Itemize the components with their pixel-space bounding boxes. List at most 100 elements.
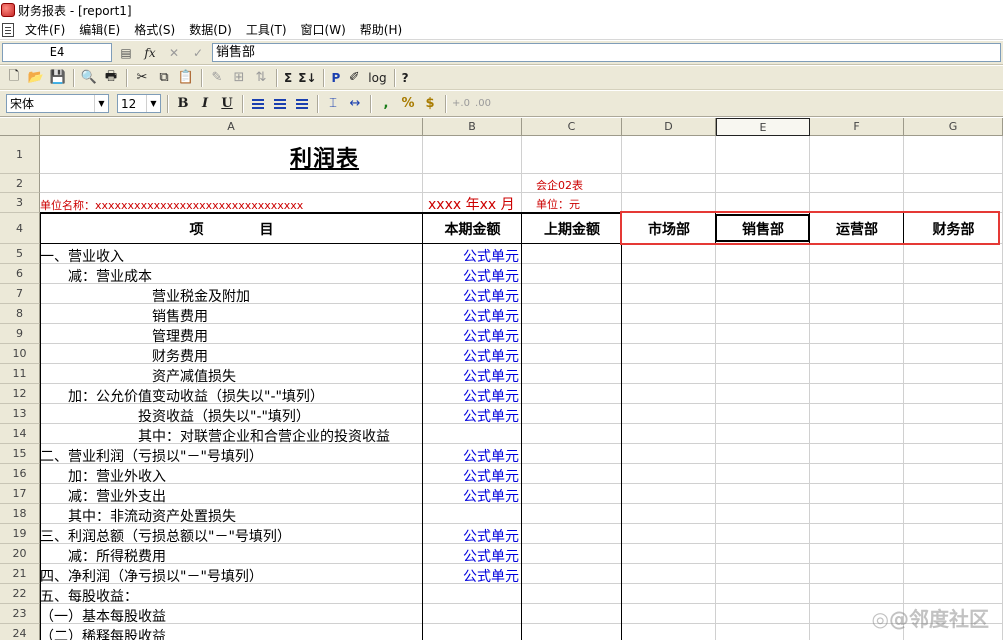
font-select[interactable]: 宋体 ▼ <box>6 94 109 113</box>
formula-cell[interactable]: 公式单元 <box>423 326 519 346</box>
chevron-down-icon[interactable]: ▼ <box>94 95 108 112</box>
log-icon[interactable]: log <box>365 68 389 88</box>
print-preview-icon[interactable]: 🔍 <box>78 68 100 88</box>
row-header-7[interactable]: 7 <box>0 284 40 304</box>
column-header-d[interactable]: D <box>622 118 716 136</box>
menu-help[interactable]: 帮助(H) <box>353 21 409 39</box>
row-header-9[interactable]: 9 <box>0 324 40 344</box>
row-header-11[interactable]: 11 <box>0 364 40 384</box>
formula-cell[interactable]: 公式单元 <box>423 386 519 406</box>
formula-cell[interactable]: 公式单元 <box>423 526 519 546</box>
row-header-15[interactable]: 15 <box>0 444 40 464</box>
row-header-16[interactable]: 16 <box>0 464 40 484</box>
formula-cell[interactable]: 公式单元 <box>423 306 519 326</box>
confirm-icon[interactable]: ✓ <box>188 44 208 62</box>
open-folder-icon[interactable]: 📂 <box>25 68 47 88</box>
select-all-corner[interactable] <box>0 118 40 136</box>
column-header-e[interactable]: E <box>716 118 810 136</box>
align-left-icon[interactable] <box>247 94 269 114</box>
menu-edit[interactable]: 编辑(E) <box>72 21 127 39</box>
help-icon[interactable]: ? <box>399 68 412 88</box>
increase-decimal-icon[interactable]: +.0 <box>450 94 472 114</box>
formula-cell[interactable]: 公式单元 <box>423 446 519 466</box>
sum-down-icon[interactable]: Σ↓ <box>295 68 319 88</box>
row-header-2[interactable]: 2 <box>0 174 40 193</box>
edit-icon[interactable]: ✐ <box>343 68 365 88</box>
menu-window[interactable]: 窗口(W) <box>294 21 353 39</box>
formula-cell[interactable]: 公式单元 <box>423 246 519 266</box>
formula-cell[interactable]: 公式单元 <box>423 486 519 506</box>
comma-style-button[interactable]: , <box>375 94 397 114</box>
keyboard-icon[interactable]: ▤ <box>116 44 136 62</box>
row-header-5[interactable]: 5 <box>0 244 40 264</box>
row-header-24[interactable]: 24 <box>0 624 40 640</box>
copy-icon[interactable]: ⧉ <box>153 68 175 88</box>
formula-cell[interactable]: 公式单元 <box>423 366 519 386</box>
formula-input[interactable]: 销售部 <box>212 43 1001 62</box>
menu-file[interactable]: 文件(F) <box>18 21 72 39</box>
column-header-a[interactable]: A <box>40 118 423 136</box>
row-header-10[interactable]: 10 <box>0 344 40 364</box>
cut-icon[interactable]: ✂ <box>131 68 153 88</box>
menu-data[interactable]: 数据(D) <box>182 21 239 39</box>
row-header-6[interactable]: 6 <box>0 264 40 284</box>
row-header-1[interactable]: 1 <box>0 136 40 174</box>
p-icon[interactable]: P <box>328 68 343 88</box>
formula-cell[interactable]: 公式单元 <box>423 266 519 286</box>
bold-button[interactable]: B <box>172 94 194 114</box>
menu-tools[interactable]: 工具(T) <box>239 21 294 39</box>
cell-reference-box[interactable]: E4 <box>2 43 112 62</box>
row-header-21[interactable]: 21 <box>0 564 40 584</box>
align-center-icon[interactable] <box>269 94 291 114</box>
sum-icon[interactable]: Σ <box>281 68 295 88</box>
function-button[interactable]: fx <box>140 44 160 62</box>
italic-button[interactable]: I <box>194 94 216 114</box>
formula-cell[interactable]: 公式单元 <box>423 566 519 586</box>
row-header-4[interactable]: 4 <box>0 213 40 244</box>
align-right-icon[interactable] <box>291 94 313 114</box>
font-size-select[interactable]: 12 ▼ <box>117 94 161 113</box>
formula-cell[interactable]: 公式单元 <box>423 546 519 566</box>
item-label: （一）基本每股收益 <box>40 609 166 625</box>
document-icon[interactable] <box>2 22 14 37</box>
row-header-14[interactable]: 14 <box>0 424 40 444</box>
formula-cell[interactable]: 公式单元 <box>423 466 519 486</box>
row-header-12[interactable]: 12 <box>0 384 40 404</box>
row-header-13[interactable]: 13 <box>0 404 40 424</box>
row-header-17[interactable]: 17 <box>0 484 40 504</box>
percent-style-button[interactable]: % <box>397 94 419 114</box>
column-header-c[interactable]: C <box>522 118 622 136</box>
row-header-22[interactable]: 22 <box>0 584 40 604</box>
spreadsheet-grid[interactable]: ABCDEFG 1 2 3 4 5 6 7 8 9 10 11 12 13 14 15 16 17 18 19 20 2… <box>0 118 1003 640</box>
column-header-g[interactable]: G <box>904 118 1003 136</box>
row-header-19[interactable]: 19 <box>0 524 40 544</box>
save-icon[interactable]: 💾 <box>47 68 69 88</box>
cancel-icon[interactable]: ✕ <box>164 44 184 62</box>
decrease-decimal-icon[interactable]: .00 <box>472 94 494 114</box>
active-cell-e4[interactable] <box>715 214 810 242</box>
print-icon[interactable]: 🖶 <box>100 68 122 88</box>
table-border <box>621 212 622 640</box>
column-header-f[interactable]: F <box>810 118 904 136</box>
column-header-b[interactable]: B <box>423 118 522 136</box>
item-label: 减：所得税费用 <box>40 549 166 565</box>
menu-format[interactable]: 格式(S) <box>127 21 182 39</box>
new-file-icon[interactable]: 🗋 <box>3 68 25 88</box>
sort-icon[interactable]: ⇅ <box>250 68 272 88</box>
paste-icon[interactable]: 📋 <box>175 68 197 88</box>
row-header-20[interactable]: 20 <box>0 544 40 564</box>
row-header-3[interactable]: 3 <box>0 193 40 213</box>
horizontal-fit-icon[interactable]: ↔ <box>344 94 366 114</box>
formula-cell[interactable]: 公式单元 <box>423 286 519 306</box>
vertical-align-icon[interactable]: ⌶ <box>322 94 344 114</box>
row-header-18[interactable]: 18 <box>0 504 40 524</box>
formula-cell[interactable]: 公式单元 <box>423 406 519 426</box>
insert-icon[interactable]: ⊞ <box>228 68 250 88</box>
chevron-down-icon[interactable]: ▼ <box>146 95 160 112</box>
currency-style-button[interactable]: $ <box>419 94 441 114</box>
formula-cell[interactable]: 公式单元 <box>423 346 519 366</box>
underline-button[interactable]: U <box>216 94 238 114</box>
row-header-8[interactable]: 8 <box>0 304 40 324</box>
format-painter-icon[interactable]: ✎ <box>206 68 228 88</box>
row-header-23[interactable]: 23 <box>0 604 40 624</box>
